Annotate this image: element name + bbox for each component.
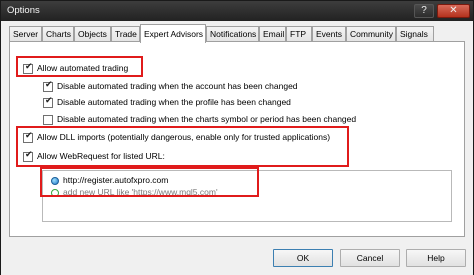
close-icon[interactable]: ✕ xyxy=(437,4,470,18)
tab-server[interactable]: Server xyxy=(9,26,42,42)
disable-symbol-changed-label: Disable automated trading when the chart… xyxy=(57,114,357,124)
tab-events[interactable]: Events xyxy=(312,26,346,42)
add-url-placeholder[interactable]: add new URL like 'https://www.mql5.com' xyxy=(63,187,218,197)
allow-automated-trading-label: Allow automated trading xyxy=(37,63,129,73)
add-circle-icon xyxy=(51,189,59,197)
disable-profile-changed-checkbox[interactable] xyxy=(43,96,53,108)
disable-profile-changed-label: Disable automated trading when the profi… xyxy=(57,97,291,107)
allow-dll-imports-checkbox[interactable] xyxy=(23,131,33,143)
cancel-button[interactable]: Cancel xyxy=(340,249,400,267)
tab-charts[interactable]: Charts xyxy=(42,26,74,42)
title-help-button[interactable]: ? xyxy=(414,4,434,18)
allow-webrequest-checkbox[interactable] xyxy=(23,150,33,162)
tab-ftp[interactable]: FTP xyxy=(286,26,312,42)
tab-trade[interactable]: Trade xyxy=(111,26,140,42)
window-title: Options xyxy=(7,5,40,16)
tab-objects[interactable]: Objects xyxy=(74,26,111,42)
help-button[interactable]: Help xyxy=(406,249,466,267)
tab-community[interactable]: Community xyxy=(346,26,396,42)
tab-expert-advisors[interactable]: Expert Advisors xyxy=(140,24,206,43)
webrequest-url-list[interactable]: http://register.autofxpro.com add new UR… xyxy=(42,170,452,222)
disable-symbol-changed-checkbox[interactable] xyxy=(43,115,53,125)
globe-icon xyxy=(51,177,59,185)
options-dialog: Options ? ✕ Server Charts Objects Trade … xyxy=(0,0,474,275)
button-bar xyxy=(1,239,473,275)
allow-automated-trading-checkbox[interactable] xyxy=(23,62,33,74)
tab-notifications[interactable]: Notifications xyxy=(206,26,259,42)
expert-advisors-panel: Allow automated trading Disable automate… xyxy=(9,41,465,237)
allow-webrequest-label: Allow WebRequest for listed URL: xyxy=(37,151,165,161)
disable-account-changed-label: Disable automated trading when the accou… xyxy=(57,81,298,91)
ok-button[interactable]: OK xyxy=(273,249,333,267)
title-bar[interactable]: Options ? ✕ xyxy=(1,1,473,21)
tab-signals[interactable]: Signals xyxy=(396,26,434,42)
allow-dll-imports-label: Allow DLL imports (potentially dangerous… xyxy=(37,132,331,142)
disable-account-changed-checkbox[interactable] xyxy=(43,80,53,92)
tab-email[interactable]: Email xyxy=(259,26,286,42)
url-list-item-text: http://register.autofxpro.com xyxy=(63,175,169,185)
